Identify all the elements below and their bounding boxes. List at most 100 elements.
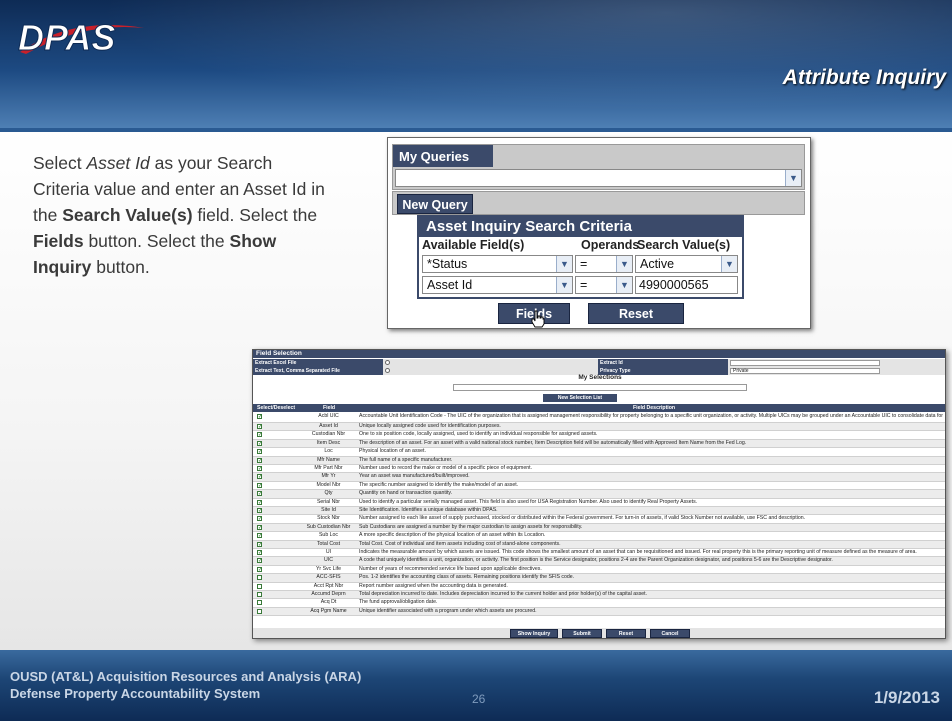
asset-id-value-input[interactable]: 4990000565 — [635, 276, 738, 294]
field-select-status[interactable]: *Status ▼ — [422, 255, 573, 273]
select-checkbox[interactable]: ✓ — [257, 566, 262, 572]
field-description-cell: Quantity on hand or transaction quantity… — [359, 490, 453, 497]
select-checkbox[interactable] — [257, 583, 262, 589]
reset-fields-button[interactable]: Reset — [606, 629, 646, 638]
chevron-down-icon[interactable]: ▼ — [721, 256, 737, 272]
select-checkbox[interactable]: ✓ — [257, 424, 262, 430]
footer-organization: OUSD (AT&L) Acquisition Resources and An… — [10, 669, 362, 701]
field-name-cell: UIC — [324, 557, 333, 564]
select-deselect-header[interactable]: Select/Deselect — [257, 404, 295, 412]
field-name-cell: Custodian Nbr — [311, 431, 346, 438]
field-select-asset-id[interactable]: Asset Id ▼ — [422, 276, 573, 294]
select-checkbox[interactable]: ✓ — [257, 491, 262, 497]
select-checkbox[interactable]: ✓ — [257, 449, 262, 455]
chevron-down-icon[interactable]: ▼ — [785, 170, 801, 186]
select-checkbox[interactable]: ✓ — [257, 550, 262, 556]
select-checkbox[interactable]: ✓ — [257, 414, 262, 420]
operands-header: Operands — [581, 238, 640, 252]
table-row: ✓ Sub Custodian Nbr Sub Custodians are ass… — [253, 523, 945, 533]
select-checkbox[interactable]: ✓ — [257, 524, 262, 530]
extract-excel-row: Extract Excel File Extract Id — [253, 359, 945, 367]
field-description-cell: One to six position code, locally assign… — [359, 431, 598, 438]
select-checkbox[interactable]: ✓ — [257, 508, 262, 514]
field-header: Field — [323, 405, 336, 411]
select-checkbox[interactable]: ✓ — [257, 457, 262, 463]
field-name-cell: Sub Custodian Nbr — [306, 523, 351, 530]
table-row: ✓ Total Cost Total Cost. Cost of individua… — [253, 540, 945, 549]
table-row: Acq Dt The fund approval/obligation date. — [253, 599, 945, 608]
select-checkbox[interactable]: ✓ — [257, 516, 262, 522]
my-queries-select[interactable]: ▼ — [395, 169, 802, 187]
instruction-text: Select Asset Id as your Search Criteria … — [33, 153, 325, 277]
chevron-down-icon[interactable]: ▼ — [556, 277, 572, 293]
field-name-cell: ACC-SFIS — [316, 574, 341, 581]
field-name-cell: Qty — [324, 490, 333, 497]
chevron-down-icon[interactable]: ▼ — [616, 256, 632, 272]
new-selection-list-button[interactable]: New Selection List — [543, 394, 617, 402]
field-name-cell: Loc — [324, 448, 333, 455]
select-checkbox[interactable]: ✓ — [257, 466, 262, 472]
select-checkbox[interactable]: ✓ — [257, 499, 262, 505]
select-checkbox[interactable]: ✓ — [257, 541, 262, 547]
field-name-cell: Yr Svc Life — [315, 565, 342, 572]
extract-text-radio[interactable] — [385, 368, 390, 373]
field-name-cell: Serial Nbr — [316, 498, 341, 505]
my-queries-tab[interactable]: My Queries — [393, 145, 493, 167]
table-row: ✓ Acbl UIC Accountable Unit Identification… — [253, 413, 945, 423]
field-name-cell: Mfr Name — [317, 456, 340, 463]
search-values-header: Search Value(s) — [637, 238, 731, 252]
query-dialog: My Queries ▼ New Query Asset Inquiry Sea… — [387, 137, 811, 329]
field-name-cell: Acct Rpt Nbr — [313, 582, 344, 589]
field-description-cell: Indicates the measurable amount by which… — [359, 549, 917, 555]
table-row: ✓ Sub Loc A more specific description of t… — [253, 532, 945, 541]
field-description-cell: Report number assigned when the accounti… — [359, 582, 508, 589]
field-description-cell: Site Identification. Identifies a unique… — [359, 507, 498, 513]
field-name-cell: Mfr Yr — [321, 473, 336, 480]
select-checkbox[interactable]: ✓ — [257, 558, 262, 564]
field-name-cell: UI — [325, 549, 332, 555]
select-checkbox[interactable]: ✓ — [257, 482, 262, 488]
chevron-down-icon[interactable]: ▼ — [616, 277, 632, 293]
field-description-cell: Unique locally assigned code used for id… — [359, 423, 501, 429]
submit-button[interactable]: Submit — [562, 629, 602, 638]
criteria-title: Asset Inquiry Search Criteria — [419, 217, 742, 237]
reset-button[interactable]: Reset — [588, 303, 684, 324]
field-description-cell: The fund approval/obligation date. — [359, 599, 438, 606]
field-description-cell: Unique identifier associated with a prog… — [359, 607, 537, 614]
select-checkbox[interactable]: ✓ — [257, 474, 262, 480]
field-selection-panel: Field Selection Extract Excel File Extra… — [252, 349, 946, 639]
select-checkbox[interactable]: ✓ — [257, 533, 262, 539]
table-row: Accumd Deprn Total depreciation incurred … — [253, 591, 945, 600]
select-checkbox[interactable] — [257, 608, 262, 614]
field-description-cell: The specific number assigned to identify… — [359, 481, 519, 488]
extract-id-input[interactable] — [730, 360, 880, 366]
operand-select-asset-id[interactable]: = ▼ — [575, 276, 633, 294]
field-name-cell: Acbl UIC — [318, 413, 339, 419]
dpas-logo: DPAS — [18, 17, 144, 59]
operand-select-status[interactable]: = ▼ — [575, 255, 633, 273]
select-checkbox[interactable]: ✓ — [257, 432, 262, 438]
select-checkbox[interactable]: ✓ — [257, 440, 262, 446]
select-checkbox[interactable] — [257, 592, 262, 597]
extract-excel-radio[interactable] — [385, 360, 390, 365]
show-inquiry-button[interactable]: Show Inquiry — [510, 629, 558, 638]
cancel-button[interactable]: Cancel — [650, 629, 690, 638]
table-row: ✓ Item Desc The description of an asset. F… — [253, 439, 945, 449]
new-query-button[interactable]: New Query — [397, 194, 473, 214]
value-select-status[interactable]: Active ▼ — [635, 255, 738, 273]
chevron-down-icon[interactable]: ▼ — [556, 256, 572, 272]
field-selection-title: Field Selection — [253, 350, 945, 358]
field-description-cell: A code that uniquely identifies a unit, … — [359, 557, 833, 564]
field-description-cell: Total Cost. Cost of individual and item … — [359, 540, 561, 547]
field-description-cell: Year an asset was manufactured/built/imp… — [359, 473, 470, 480]
field-name-cell: Stock Nbr — [317, 515, 340, 522]
field-name-cell: Sub Loc — [318, 532, 339, 539]
select-checkbox[interactable] — [257, 575, 262, 581]
field-description-cell: Number assigned to each like asset of su… — [359, 515, 806, 522]
hand-cursor-icon — [531, 310, 545, 328]
slide-date: 1/9/2013 — [873, 688, 940, 707]
select-checkbox[interactable] — [257, 600, 262, 606]
table-row: Acq Pgm Name Unique identifier associated… — [253, 607, 945, 617]
field-name-cell: Acq Dt — [320, 599, 337, 606]
my-selections-select[interactable] — [453, 384, 747, 391]
